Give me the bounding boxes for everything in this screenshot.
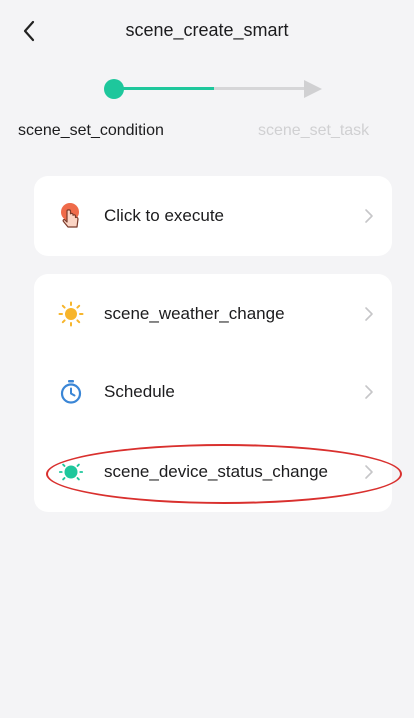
condition-item-device-status-change[interactable]: scene_device_status_change [34,442,392,502]
hand-tap-icon [58,203,84,229]
condition-item-schedule[interactable]: Schedule [34,362,392,422]
condition-item-click-to-execute[interactable]: Click to execute [34,186,392,246]
step-progress-line-active [118,87,214,90]
timer-icon [58,379,84,405]
chevron-right-icon [365,385,373,399]
chevron-right-icon [365,307,373,321]
step-current-dot [104,79,124,99]
step-arrow-icon [304,80,322,98]
condition-item-label: Schedule [104,382,175,401]
condition-item-label: scene_device_status_change [104,462,328,481]
step-label-task: scene_set_task [258,122,370,139]
condition-item-label: scene_weather_change [104,304,285,323]
step-progress-line-inactive [214,87,306,90]
page-title: scene_create_smart [125,20,289,40]
chevron-right-icon [365,209,373,223]
header: scene_create_smart [0,0,414,66]
condition-item-label: Click to execute [104,206,224,225]
condition-item-weather-change[interactable]: scene_weather_change [34,284,392,344]
manual-condition-card: Click to execute [34,176,392,256]
auto-condition-card: scene_weather_change Schedule scene_devi… [34,274,392,512]
device-bulb-icon [58,459,84,485]
sun-icon [58,301,84,327]
step-indicator: scene_set_condition scene_set_task [0,70,414,150]
chevron-right-icon [365,465,373,479]
step-label-condition: scene_set_condition [18,122,164,139]
